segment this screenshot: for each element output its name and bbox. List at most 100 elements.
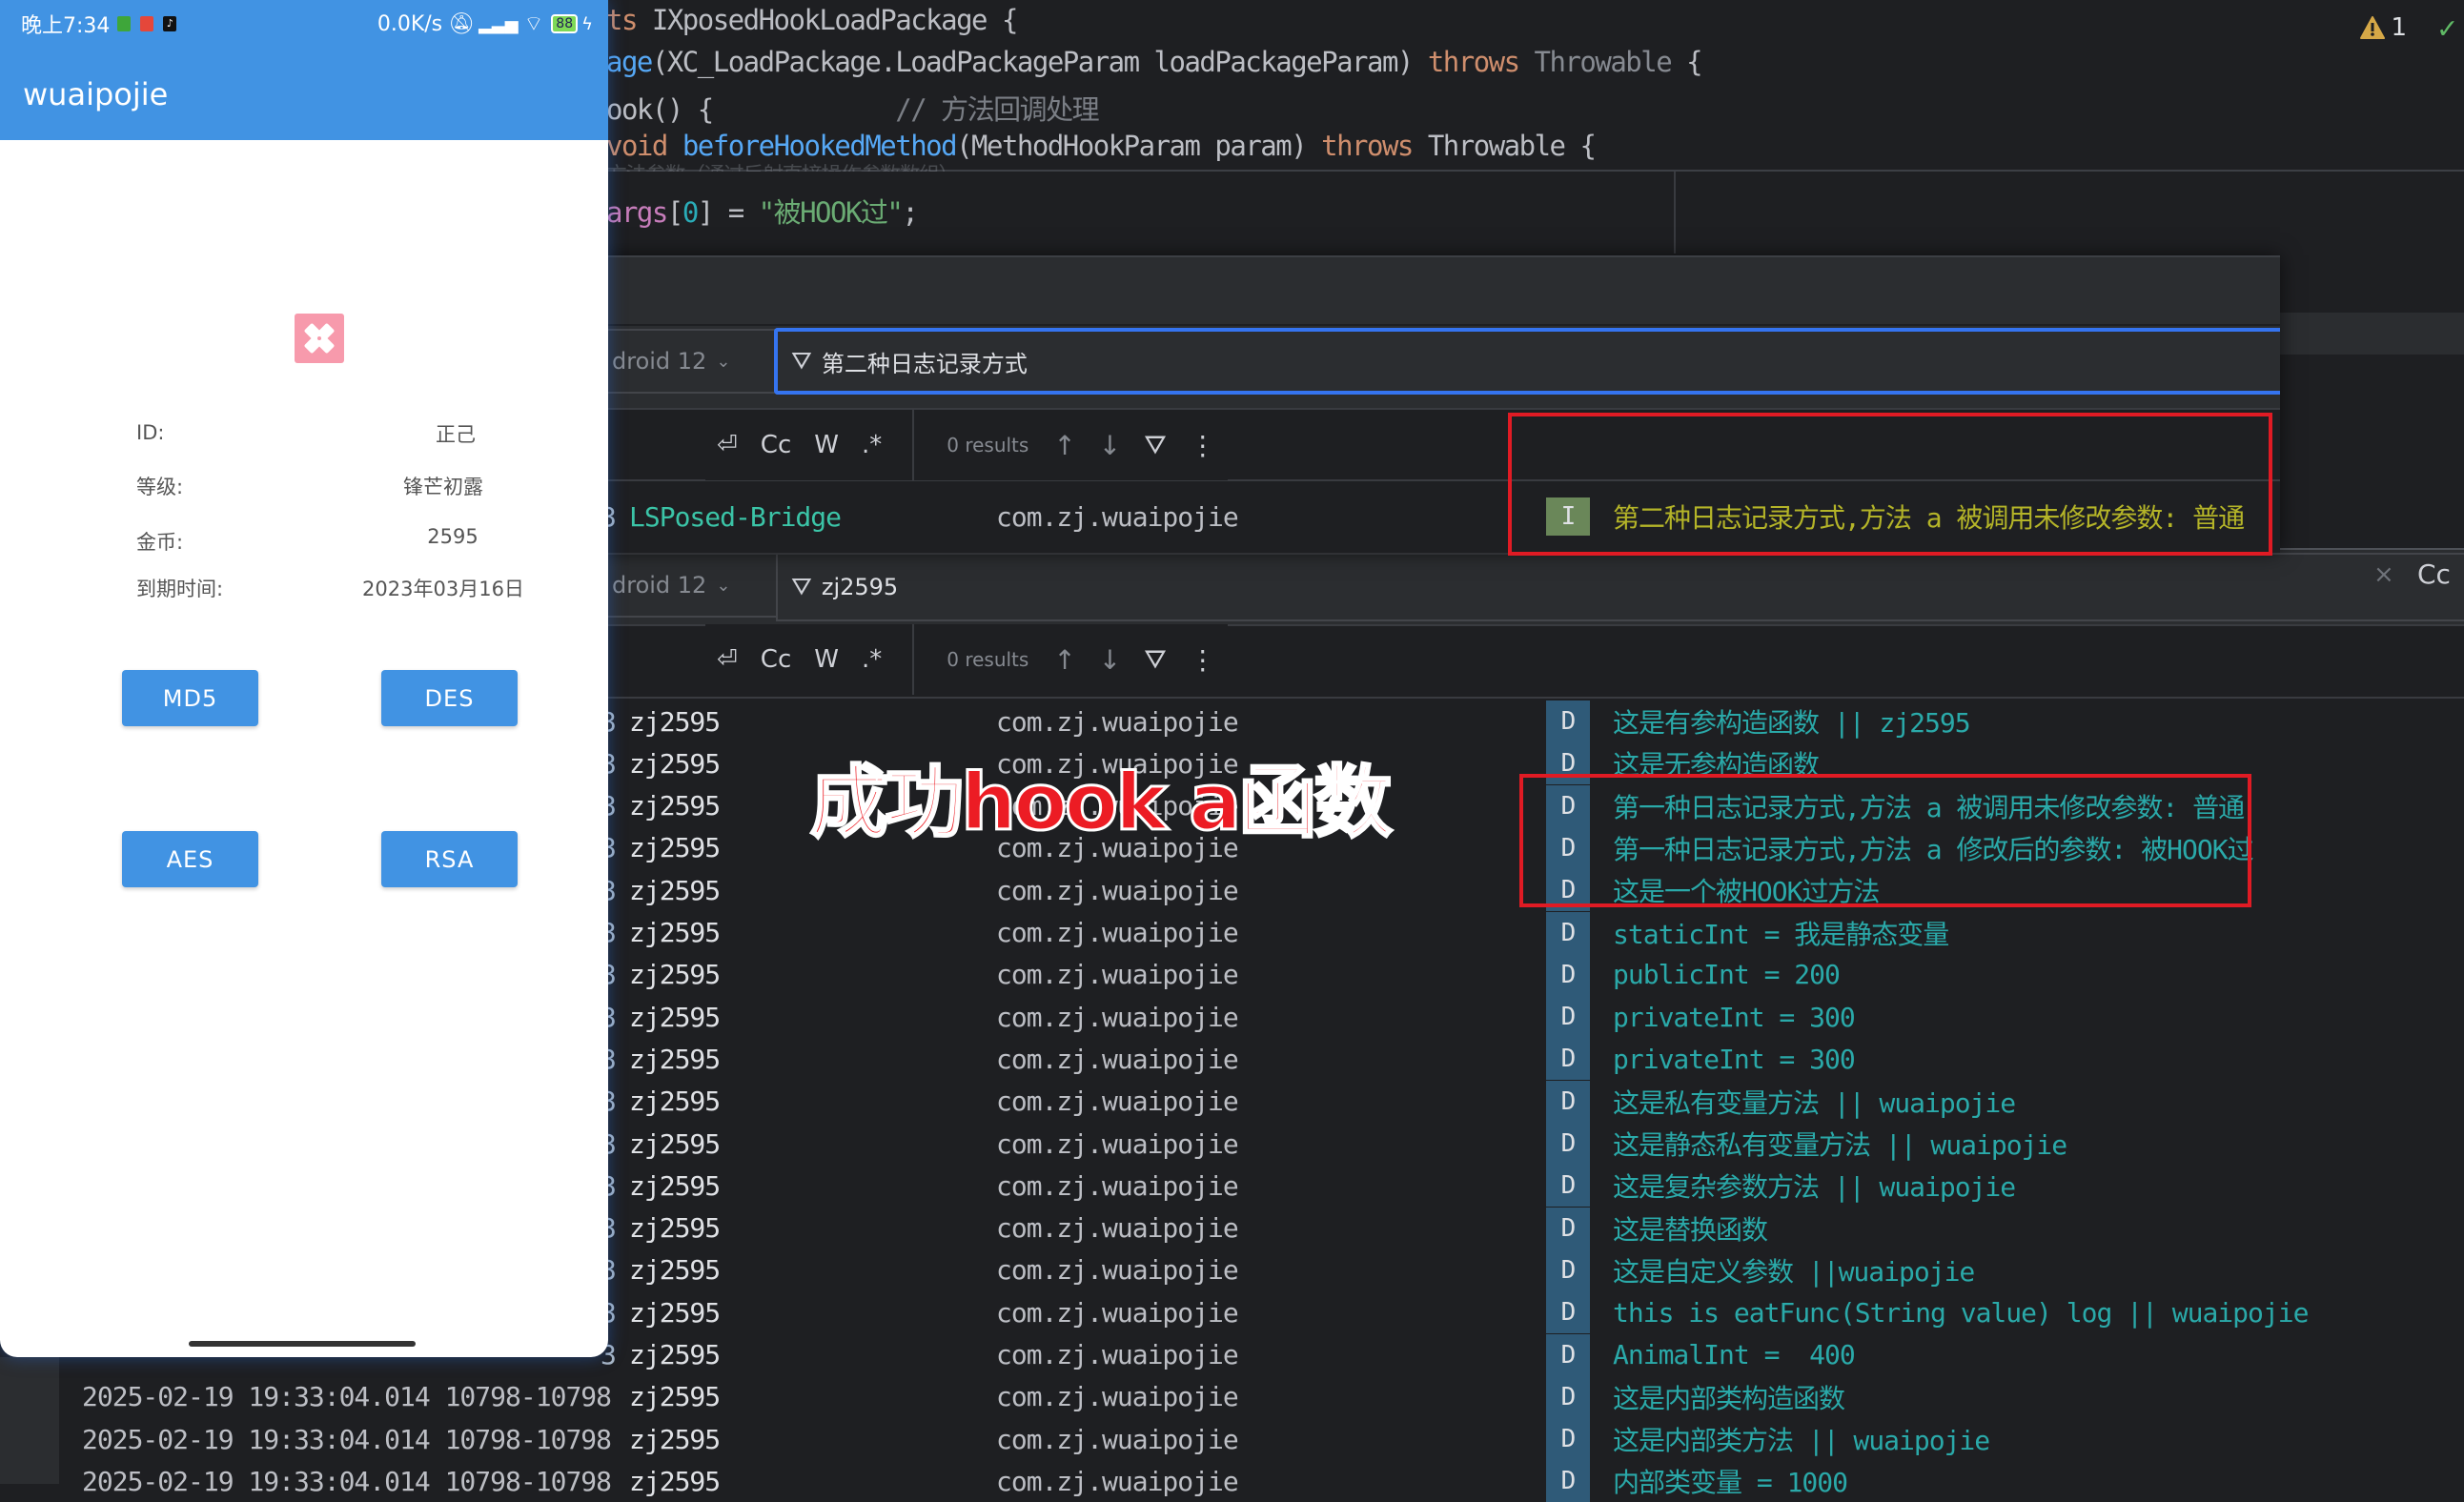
log-row[interactable]: 3zj2595com.zj.wuaipojieD这是替换函数 [601, 1207, 2464, 1249]
log-row[interactable]: 3zj2595com.zj.wuaipojieDprivateInt = 300 [601, 1038, 2464, 1081]
log-message: privateInt = 300 [1613, 1001, 1856, 1033]
log-tag: zj2595 [629, 1254, 721, 1287]
log-package: com.zj.wuaipojie [996, 705, 1239, 738]
log-tag: zj2595 [629, 1043, 721, 1075]
log-tag: zj2595 [629, 1212, 721, 1245]
logcat-filter-input-top[interactable]: ⛛ 第二种日志记录方式 [774, 328, 2280, 395]
filter-value: zj2595 [821, 574, 899, 600]
log-tag: zj2595 [629, 705, 721, 738]
aes-button[interactable]: AES [122, 831, 258, 887]
left-gutter [0, 1357, 59, 1484]
code-line-4: void beforeHookedMethod(MethodHookParam … [606, 130, 1597, 162]
log-tag: zj2595 [629, 1339, 721, 1370]
log-package: com.zj.wuaipojie [996, 874, 1239, 906]
code-token: ; [902, 196, 918, 229]
code-token: throws [1427, 46, 1520, 78]
highlight-box-top [1508, 413, 2272, 556]
log-package: com.zj.wuaipojie [996, 1086, 1239, 1118]
code-token: args [606, 196, 668, 229]
more-options-icon[interactable]: ⋮ [1178, 644, 1228, 676]
log-package: com.zj.wuaipojie [996, 1043, 1239, 1075]
log-row[interactable]: 3zj2595com.zj.wuaipojieDstaticInt = 我是静态… [601, 911, 2464, 954]
log-row[interactable]: 2025-02-19 19:33:04.014 10798-10798 zj259… [82, 1460, 2464, 1502]
words-button[interactable]: W [803, 431, 850, 459]
network-speed: 0.0K/s [377, 11, 443, 36]
log-level-badge: D [1546, 1165, 1590, 1208]
annotation-text: 成功hook a函数 [808, 757, 1393, 850]
chevron-down-icon: ⌄ [716, 351, 731, 372]
log-row[interactable]: 3zj2595com.zj.wuaipojieD这是有参构造函数 || zj25… [601, 700, 2464, 742]
log-row[interactable]: 2025-02-19 19:33:04.014 10798-10798 zj259… [82, 1375, 2464, 1418]
inspection-widget[interactable]: 1 [2360, 13, 2407, 42]
filter-icon[interactable]: ⛛ [1132, 643, 1178, 676]
log-row[interactable]: 3zj2595com.zj.wuaipojieD这是私有变量方法 || wuai… [601, 1080, 2464, 1123]
status-bar: 晚上7:34 ♪ 0.0K/s 🔕︎ ▂▃▅ ⌔ 88 ϟ [0, 0, 608, 48]
arrow-down-icon[interactable]: ↓ [1088, 430, 1132, 461]
arrow-down-icon[interactable]: ↓ [1088, 644, 1132, 676]
arrow-up-icon[interactable]: ↑ [1042, 644, 1087, 676]
soft-wrap-button[interactable]: ⏎ [705, 431, 749, 459]
status-time: 晚上7:34 [21, 14, 111, 38]
app-title: wuaipojie [23, 75, 169, 112]
code-token: ] = [697, 196, 759, 229]
log-row[interactable]: 3zj2595com.zj.wuaipojieDprivateInt = 300 [601, 996, 2464, 1039]
logcat-top-toolbar: ⏎ Cc W .* 0 results ↑ ↓ ⛛ ⋮ [705, 410, 1228, 480]
match-case-button[interactable]: Cc [749, 645, 803, 674]
wrap-icon: ⏎ [717, 645, 738, 674]
close-icon: × [2373, 560, 2394, 589]
log-level-badge: D [1546, 1207, 1590, 1249]
log-level-badge: D [1546, 1418, 1590, 1461]
log-message: 这是自定义参数 ||wuaipojie [1613, 1255, 1975, 1288]
log-tag: zj2595 [629, 1423, 721, 1455]
words-button[interactable]: W [803, 645, 850, 674]
toolbar-separator [912, 410, 915, 480]
log-tag: zj2595 [629, 874, 721, 906]
toolbar-separator [912, 624, 915, 695]
log-tag: zj2595 [629, 917, 721, 948]
code-token: (MethodHookParam param) [956, 130, 1322, 162]
log-level-badge: D [1546, 953, 1590, 996]
log-message: publicInt = 200 [1613, 959, 1841, 991]
mute-icon: 🔕︎ [448, 11, 476, 36]
check-icon: ✓ [2437, 10, 2456, 46]
log-message: 这是内部类方法 || wuaipojie [1613, 1425, 1990, 1457]
log-message: staticInt = 我是静态变量 [1613, 918, 1949, 950]
charging-icon: ϟ [581, 13, 593, 34]
log-row[interactable]: 3zj2595com.zj.wuaipojieDthis is eatFunc(… [601, 1291, 2464, 1334]
soft-wrap-button[interactable]: ⏎ [705, 645, 749, 674]
filter-icon[interactable]: ⛛ [1132, 429, 1178, 461]
log-row[interactable]: 3zj2595com.zj.wuaipojieD这是复杂参数方法 || wuai… [601, 1165, 2464, 1208]
match-case-toggle[interactable]: Cc [2417, 558, 2451, 590]
info-label-coins: 金币: [136, 531, 184, 554]
results-count: 0 results [947, 648, 1029, 671]
clear-filter-button[interactable]: × [2373, 560, 2394, 589]
code-token: Throwable [1518, 46, 1673, 78]
rsa-button[interactable]: RSA [381, 831, 518, 887]
arrow-up-icon[interactable]: ↑ [1042, 430, 1087, 461]
log-package: com.zj.wuaipojie [996, 1381, 1239, 1413]
log-row[interactable]: 3zj2595com.zj.wuaipojieD这是自定义参数 ||wuaipo… [601, 1248, 2464, 1291]
log-row[interactable]: 2025-02-19 19:33:04.014 10798-10798 zj259… [82, 1418, 2464, 1461]
home-indicator[interactable] [189, 1341, 416, 1347]
code-token: [ [666, 196, 683, 229]
log-package: com.zj.wuaipojie [996, 1296, 1239, 1329]
log-message: 这是静态私有变量方法 || wuaipojie [1613, 1129, 2067, 1161]
log-row[interactable]: 3zj2595com.zj.wuaipojieD这是静态私有变量方法 || wu… [601, 1123, 2464, 1165]
regex-button[interactable]: .* [850, 645, 893, 674]
regex-button[interactable]: .* [850, 431, 893, 459]
more-options-icon[interactable]: ⋮ [1178, 430, 1228, 461]
log-row[interactable]: 3 zj2595 com.zj.wuaipojie D AnimalInt = 400 [601, 1333, 2464, 1376]
match-case-button[interactable]: Cc [749, 431, 803, 459]
log-tag: zj2595 [629, 1001, 721, 1033]
logcat-filter-input-bottom[interactable]: ⛛ zj2595 [776, 553, 2464, 621]
log-level-badge: D [1546, 1248, 1590, 1291]
log-tag: zj2595 [629, 1465, 721, 1497]
logcat-top-header [601, 255, 2280, 315]
android-icon [117, 16, 132, 31]
match-case-label: Cc [2417, 558, 2451, 590]
log-row[interactable]: 3zj2595com.zj.wuaipojieDpublicInt = 200 [601, 953, 2464, 996]
des-button[interactable]: DES [381, 670, 518, 726]
md5-button[interactable]: MD5 [122, 670, 258, 726]
log-package: com.zj.wuaipojie [996, 1339, 1239, 1370]
code-comment: // 方法回调处理 [712, 93, 1099, 126]
